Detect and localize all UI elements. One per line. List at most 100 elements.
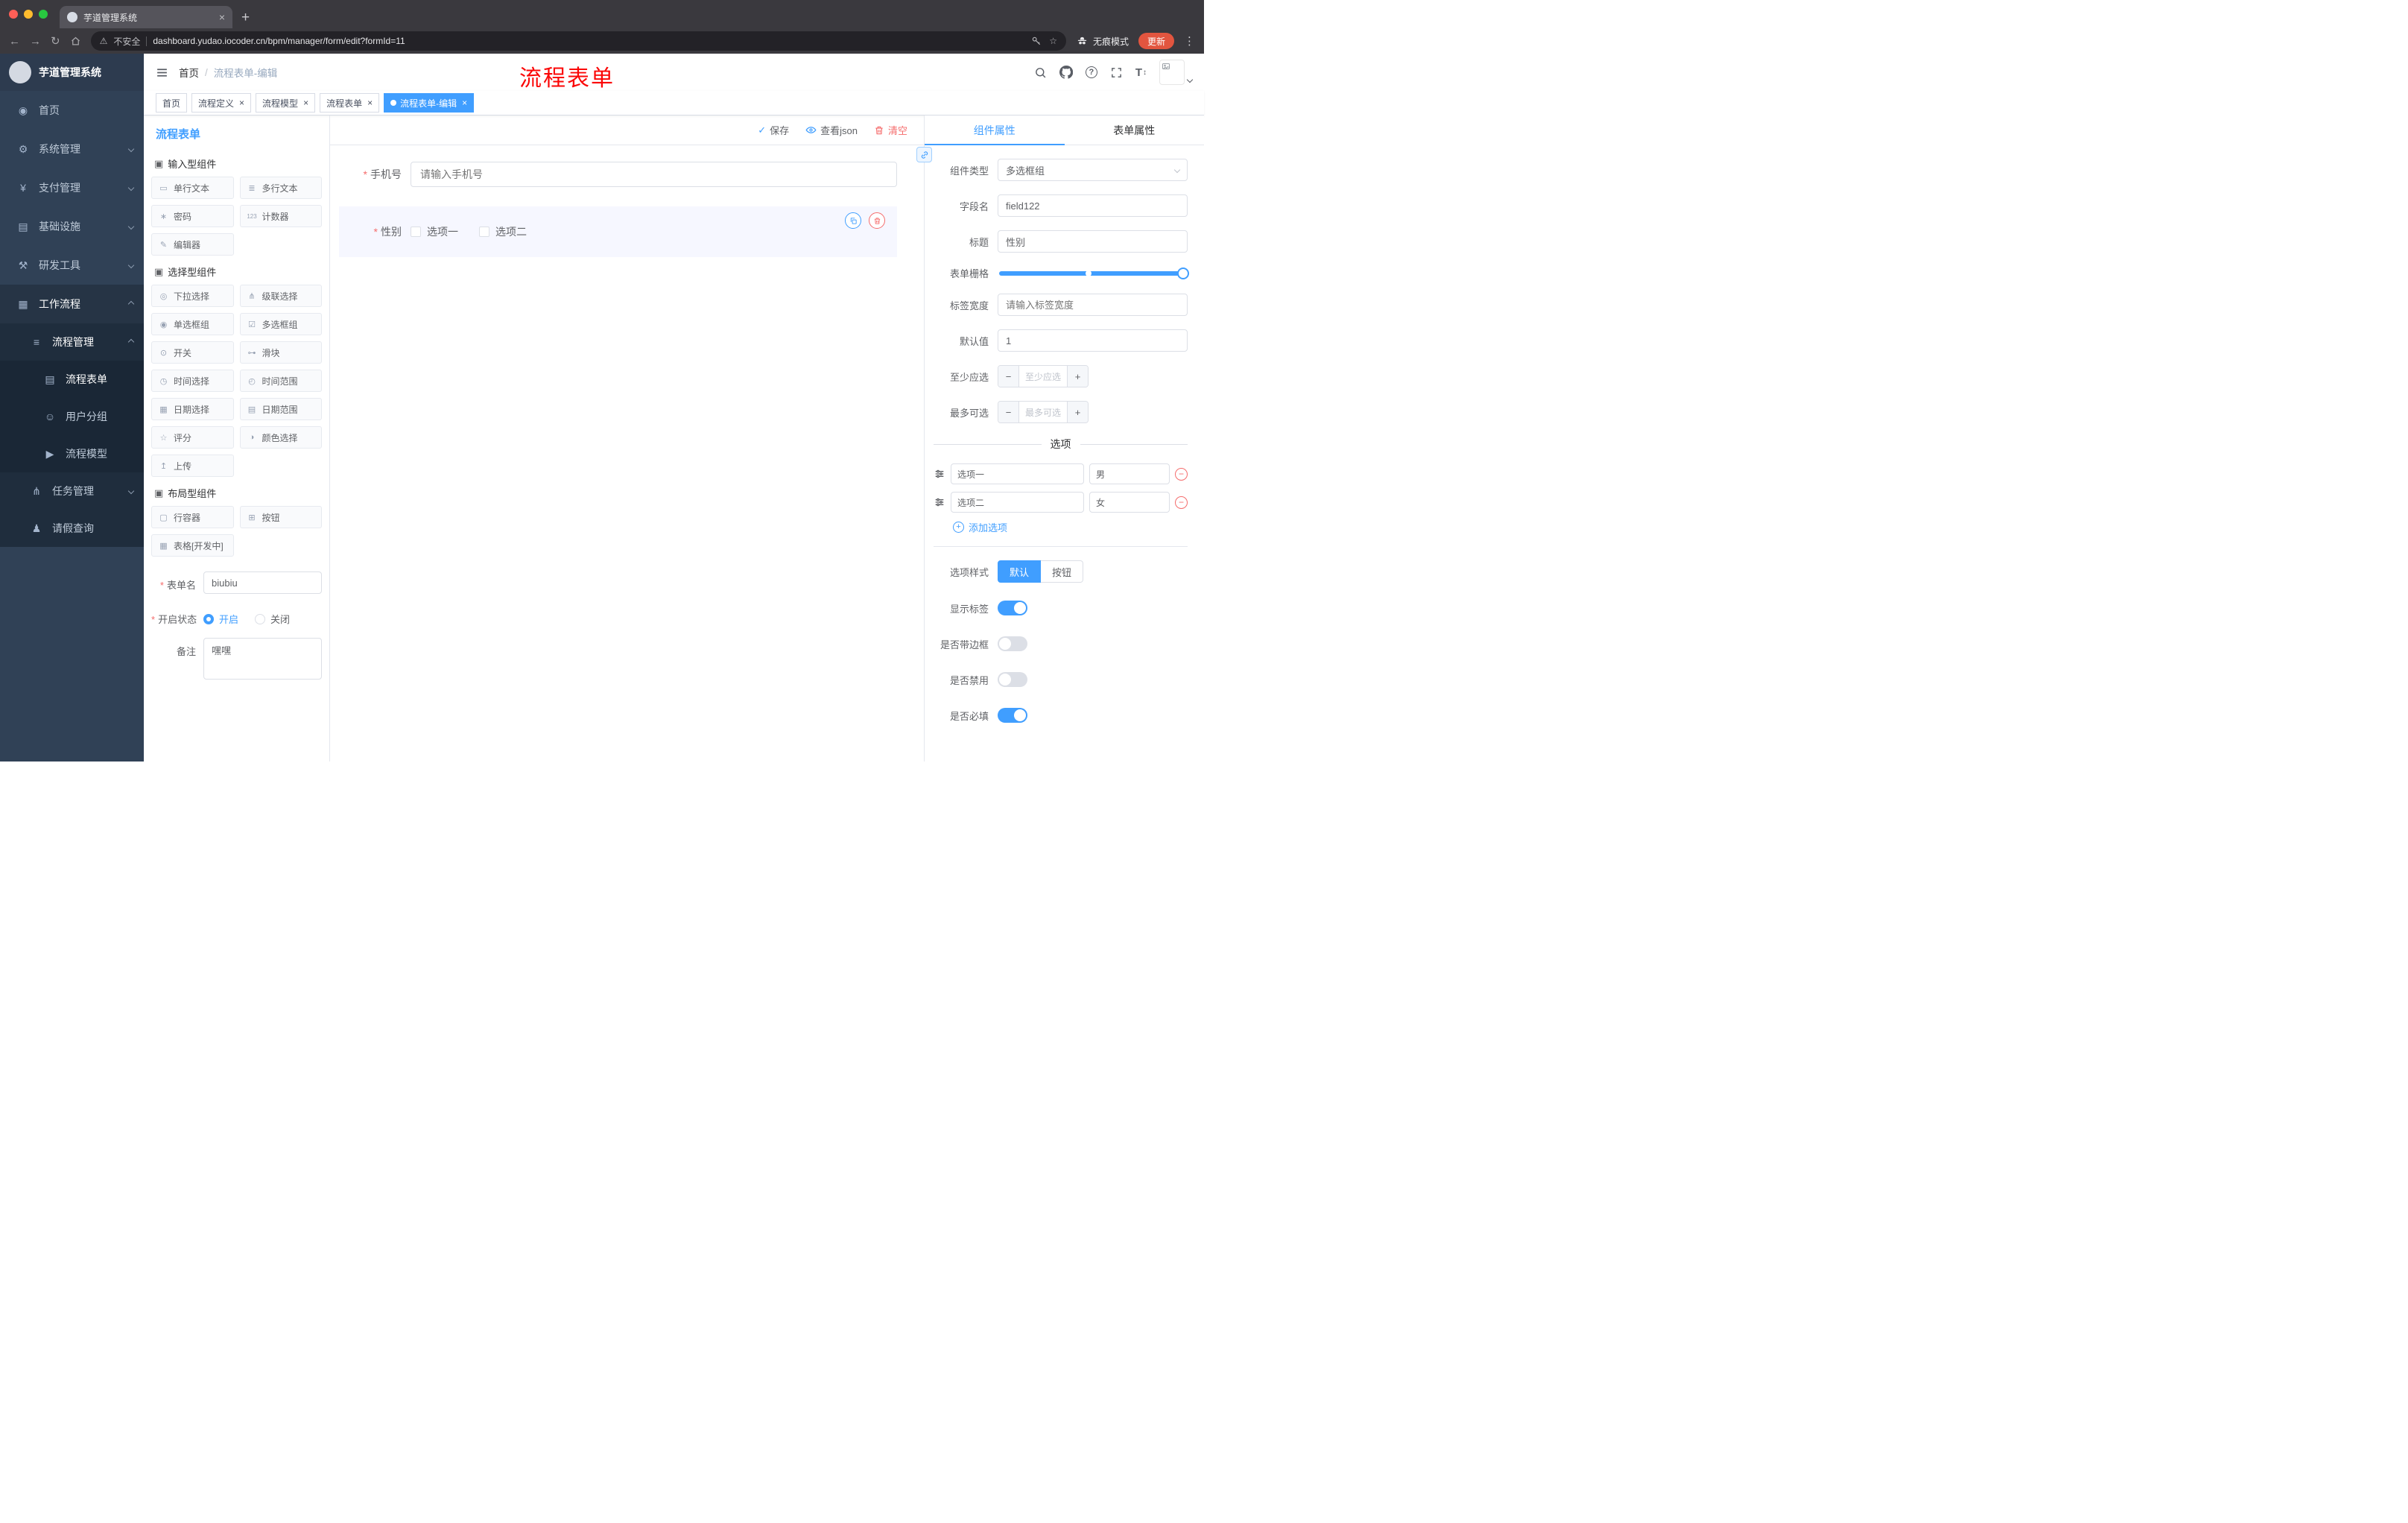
widget-counter[interactable]: 123 计数器	[239, 205, 322, 227]
address-bar[interactable]: ⚠ 不安全 dashboard.yudao.iocoder.cn/bpm/man…	[90, 31, 1066, 51]
bookmark-star-icon[interactable]: ☆	[1049, 36, 1057, 46]
decrement-button[interactable]: −	[998, 366, 1019, 387]
reload-icon[interactable]: ↻	[51, 36, 60, 47]
sidebar-item-workflow[interactable]: ▦ 工作流程	[0, 285, 144, 323]
link-icon[interactable]	[916, 147, 932, 162]
phone-input[interactable]	[411, 162, 897, 187]
remove-option-button[interactable]: −	[1175, 495, 1188, 509]
status-off-radio[interactable]: 关闭	[255, 612, 290, 626]
close-icon[interactable]: ×	[367, 98, 373, 107]
tab-form-props[interactable]: 表单属性	[1065, 115, 1205, 145]
option-2-value-input[interactable]	[1089, 492, 1170, 513]
widget-password[interactable]: ∗ 密码	[151, 205, 234, 227]
sidebar-item-devtools[interactable]: ⚒ 研发工具	[0, 246, 144, 285]
sidebar-item-leave-query[interactable]: ♟ 请假查询	[0, 510, 144, 547]
widget-single-line-text[interactable]: ▭ 单行文本	[151, 177, 234, 199]
new-tab-button[interactable]: +	[241, 10, 250, 25]
tag-process-form[interactable]: 流程表单 ×	[320, 93, 380, 113]
widget-select[interactable]: ◎ 下拉选择	[151, 285, 234, 307]
tab-component-props[interactable]: 组件属性	[925, 115, 1065, 145]
key-icon[interactable]	[1031, 36, 1042, 46]
sidebar-item-system[interactable]: ⚙ 系统管理	[0, 130, 144, 168]
widget-switch[interactable]: ⊙ 开关	[151, 341, 234, 364]
show-label-toggle[interactable]	[998, 601, 1027, 615]
border-toggle[interactable]	[998, 636, 1027, 651]
tag-process-model[interactable]: 流程模型 ×	[256, 93, 316, 113]
drag-handle-icon[interactable]	[934, 496, 945, 508]
sidebar-item-process-form[interactable]: ▤ 流程表单	[0, 361, 144, 398]
fullscreen-icon[interactable]	[1110, 66, 1123, 79]
component-type-select[interactable]: 多选框组	[998, 159, 1188, 181]
sidebar-item-task-mgmt[interactable]: ⋔ 任务管理	[0, 472, 144, 510]
sidebar-item-home[interactable]: ◉ 首页	[0, 91, 144, 130]
tag-home[interactable]: 首页	[156, 93, 188, 113]
sidebar-item-user-group[interactable]: ☺ 用户分组	[0, 398, 144, 435]
gender-option-1-checkbox[interactable]: 选项一	[411, 224, 458, 239]
delete-field-button[interactable]	[869, 212, 885, 229]
tag-process-definition[interactable]: 流程定义 ×	[191, 93, 252, 113]
github-icon[interactable]	[1059, 66, 1073, 79]
option-1-label-input[interactable]	[951, 463, 1084, 484]
tag-process-form-edit[interactable]: 流程表单-编辑 ×	[384, 93, 475, 113]
tab-close-icon[interactable]: ×	[219, 12, 225, 22]
increment-button[interactable]: +	[1067, 402, 1088, 422]
widget-checkbox-group[interactable]: ☑ 多选框组	[239, 313, 322, 335]
decrement-button[interactable]: −	[998, 402, 1019, 422]
close-window-button[interactable]	[9, 10, 18, 19]
close-icon[interactable]: ×	[462, 98, 467, 107]
min-select-value[interactable]: 至少应选	[1019, 366, 1067, 387]
sidebar-item-process-mgmt[interactable]: ≡ 流程管理	[0, 323, 144, 361]
home-icon[interactable]	[70, 36, 81, 47]
sidebar-item-payment[interactable]: ¥ 支付管理	[0, 168, 144, 207]
widget-row-container[interactable]: ▢ 行容器	[151, 506, 234, 528]
remove-option-button[interactable]: −	[1175, 467, 1188, 481]
widget-rate[interactable]: ☆ 评分	[151, 426, 234, 449]
field-phone[interactable]: 手机号	[339, 162, 897, 187]
widget-date-range[interactable]: ▤ 日期范围	[239, 398, 322, 420]
sidebar-item-infra[interactable]: ▤ 基础设施	[0, 207, 144, 246]
update-button[interactable]: 更新	[1138, 33, 1174, 49]
search-icon[interactable]	[1034, 66, 1047, 79]
option-2-label-input[interactable]	[951, 492, 1084, 513]
add-option-button[interactable]: + 添加选项	[953, 520, 1188, 534]
browser-tab[interactable]: 芋道管理系统 ×	[60, 6, 232, 28]
increment-button[interactable]: +	[1067, 366, 1088, 387]
drag-handle-icon[interactable]	[934, 468, 945, 480]
avatar[interactable]	[1159, 60, 1194, 85]
breadcrumb-home[interactable]: 首页	[179, 65, 199, 80]
form-remark-textarea[interactable]: 嘿嘿	[203, 638, 322, 680]
minimize-window-button[interactable]	[24, 10, 33, 19]
widget-slider[interactable]: ⊶ 滑块	[239, 341, 322, 364]
status-on-radio[interactable]: 开启	[203, 612, 238, 626]
required-toggle[interactable]	[998, 708, 1027, 723]
gender-option-2-checkbox[interactable]: 选项二	[479, 224, 527, 239]
title-input[interactable]	[998, 230, 1188, 253]
style-button-button[interactable]: 按钮	[1041, 560, 1084, 583]
close-icon[interactable]: ×	[239, 98, 244, 107]
view-json-button[interactable]: 查看json	[805, 123, 858, 137]
back-icon[interactable]: ←	[9, 36, 20, 47]
widget-button[interactable]: ⊞ 按钮	[239, 506, 322, 528]
style-default-button[interactable]: 默认	[998, 560, 1042, 583]
max-select-value[interactable]: 最多可选	[1019, 402, 1067, 422]
widget-color-picker[interactable]: ◑ 颜色选择	[239, 426, 322, 449]
slider-handle[interactable]	[1177, 267, 1189, 279]
browser-menu-icon[interactable]: ⋮	[1184, 34, 1195, 48]
disabled-toggle[interactable]	[998, 672, 1027, 687]
grid-slider[interactable]	[999, 267, 1189, 279]
maximize-window-button[interactable]	[39, 10, 48, 19]
save-button[interactable]: ✓ 保存	[758, 123, 789, 137]
default-value-input[interactable]	[998, 329, 1188, 352]
field-name-input[interactable]	[998, 194, 1188, 217]
widget-editor[interactable]: ✎ 编辑器	[151, 233, 234, 256]
label-width-input[interactable]	[998, 294, 1188, 316]
sidebar-item-process-model[interactable]: ▶ 流程模型	[0, 435, 144, 472]
widget-upload[interactable]: ↥ 上传	[151, 455, 234, 477]
help-icon[interactable]: ?	[1085, 66, 1097, 78]
form-name-input[interactable]	[203, 571, 322, 594]
forward-icon[interactable]: →	[30, 36, 41, 47]
widget-table[interactable]: ▦ 表格[开发中]	[151, 534, 234, 557]
clear-button[interactable]: 清空	[874, 123, 907, 137]
widget-time-picker[interactable]: ◷ 时间选择	[151, 370, 234, 392]
widget-multi-line-text[interactable]: ≣ 多行文本	[239, 177, 322, 199]
